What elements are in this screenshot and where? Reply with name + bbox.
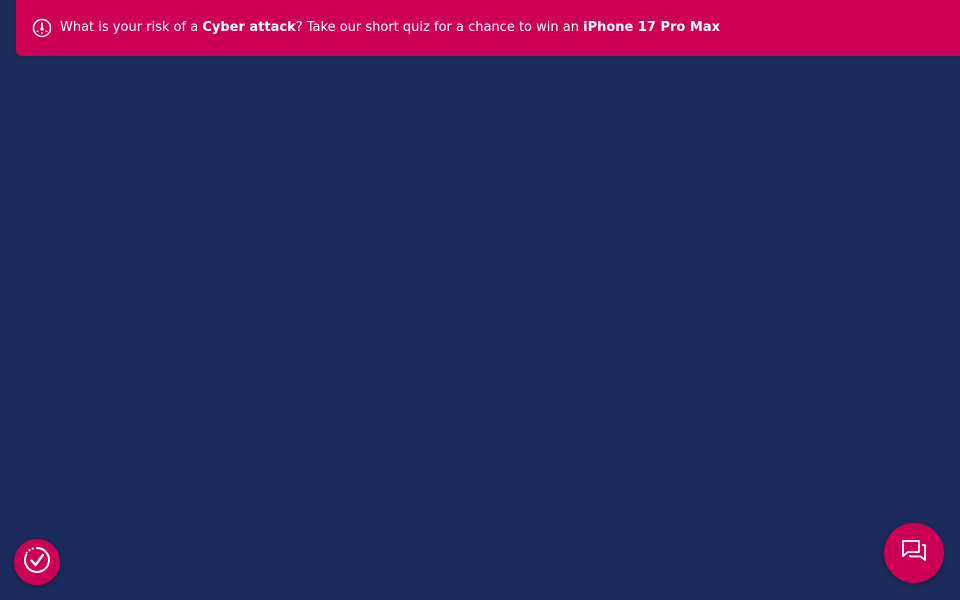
banner-text-part-2: ? Take our short quiz for a chance to wi… <box>295 20 584 35</box>
banner-text-part-1: What is your risk of a <box>60 20 203 35</box>
accessibility-widget-button[interactable] <box>14 539 60 585</box>
banner-bold-cyber-attack: Cyber attack <box>202 20 296 35</box>
chat-widget-button[interactable] <box>884 523 944 583</box>
page: What is your risk of a Cyber attack? Tak… <box>0 0 960 600</box>
accessibility-check-icon <box>21 544 53 580</box>
banner-bold-prize: iPhone 17 Pro Max <box>583 20 720 35</box>
banner-message: What is your risk of a Cyber attack? Tak… <box>60 18 720 38</box>
chat-icon <box>899 536 929 570</box>
quiz-promo-banner[interactable]: What is your risk of a Cyber attack? Tak… <box>16 0 960 56</box>
gauge-icon <box>32 18 52 38</box>
